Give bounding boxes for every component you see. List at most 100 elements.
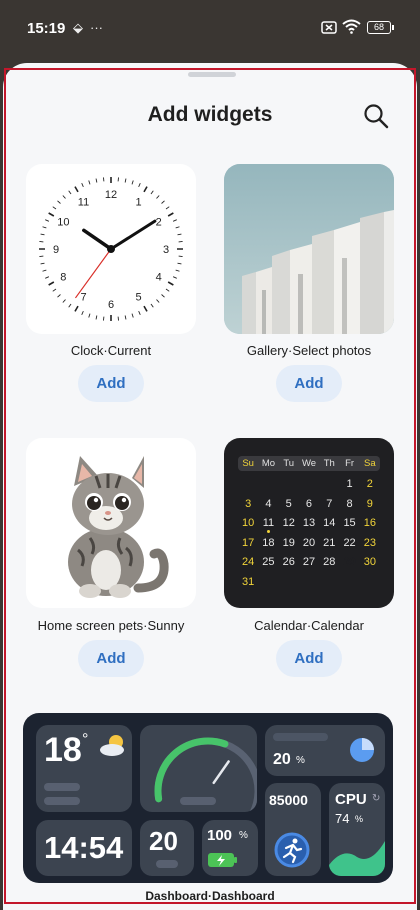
- calendar-day[interactable]: 16: [360, 515, 380, 532]
- clock-tick: [52, 288, 57, 292]
- clock-number: 2: [156, 217, 162, 229]
- calendar-day[interactable]: 1: [339, 476, 359, 493]
- calendar-day[interactable]: 6: [299, 496, 319, 513]
- clock-widget-preview[interactable]: 12 1 2 3 4 5 6 7 8 9 10 11: [26, 164, 196, 334]
- clock-tick: [167, 281, 174, 286]
- clock-tick: [81, 310, 84, 315]
- clock-tick: [172, 276, 177, 279]
- calendar-day-today[interactable]: 29: [339, 552, 360, 572]
- calendar-day[interactable]: 27: [299, 554, 319, 571]
- status-time: 15:19: [27, 20, 66, 37]
- calendar-blank: [258, 476, 278, 493]
- notification-icon: ⬙: [73, 20, 83, 35]
- calendar-day[interactable]: 22: [339, 535, 359, 552]
- count-tile: 20: [140, 820, 194, 876]
- cat-illustration: [68, 456, 169, 598]
- clock-number: 6: [108, 299, 114, 311]
- temperature-value: 18: [44, 731, 82, 769]
- clock-number: 10: [57, 217, 69, 229]
- clock-tick: [124, 178, 127, 183]
- calendar-day[interactable]: 8: [339, 496, 359, 513]
- battery-tile: 100 %: [202, 820, 258, 876]
- clock-number: 7: [80, 292, 86, 304]
- calendar-day[interactable]: 19: [279, 535, 299, 552]
- battery-charging-icon: [208, 853, 237, 867]
- battery-icon: 68: [367, 21, 394, 34]
- usage-tile: 20 %: [265, 725, 385, 776]
- clock-tick: [150, 303, 154, 308]
- calendar-day[interactable]: 4: [258, 496, 278, 513]
- calendar-day[interactable]: 18: [258, 535, 278, 552]
- clock-tick: [156, 195, 160, 199]
- clock-tick: [57, 200, 61, 204]
- calendar-day[interactable]: 17: [238, 535, 258, 552]
- calendar-day[interactable]: 31: [238, 574, 258, 591]
- cpu-label: CPU: [335, 791, 367, 808]
- cpu-value: 74: [335, 811, 350, 826]
- pie-chart-icon: [350, 738, 374, 762]
- sim-off-icon: [321, 21, 337, 34]
- clock-tick: [40, 262, 45, 265]
- calendar-day[interactable]: 2: [360, 476, 380, 493]
- clock-tick: [68, 190, 72, 195]
- calendar-day[interactable]: 24: [238, 554, 258, 571]
- calendar-blank: [238, 476, 258, 493]
- calendar-day[interactable]: 11: [258, 515, 278, 532]
- page-title: Add widgets: [147, 103, 273, 126]
- calendar-blank: [319, 476, 339, 493]
- clock-tick: [161, 200, 165, 204]
- calendar-day[interactable]: 13: [299, 515, 319, 532]
- calendar-day-grid: 1 2 3 4 5 6 7 8 9 10 11 12 13 14 15 16 17 18 19 20 21 22 23 24 2…: [238, 476, 380, 590]
- add-gallery-button[interactable]: Add: [276, 365, 342, 402]
- pet-widget-preview[interactable]: [26, 438, 196, 608]
- gauge-needle: [212, 760, 230, 785]
- running-icon: [274, 832, 310, 868]
- steps-value: 85000: [269, 792, 308, 808]
- add-clock-button[interactable]: Add: [78, 365, 144, 402]
- clock-tick: [165, 288, 170, 292]
- search-icon[interactable]: [361, 101, 391, 131]
- calendar-day[interactable]: 20: [299, 535, 319, 552]
- calendar-day[interactable]: 23: [360, 535, 380, 552]
- gallery-widget-preview[interactable]: [224, 164, 394, 334]
- clock-tick: [52, 206, 57, 210]
- clock-tick: [131, 313, 134, 318]
- count-value: 20: [149, 826, 178, 856]
- clock-number: 1: [135, 196, 141, 208]
- calendar-day[interactable]: 9: [360, 496, 380, 513]
- clock-tick: [143, 305, 148, 312]
- clock-number: 11: [78, 196, 89, 208]
- calendar-day[interactable]: 14: [319, 515, 339, 532]
- widget-label: Clock·Current: [70, 343, 152, 358]
- add-pet-button[interactable]: Add: [78, 640, 144, 677]
- clock-tick: [42, 269, 47, 272]
- clock-tick: [45, 219, 50, 222]
- hour-hand: [82, 228, 113, 251]
- calendar-day[interactable]: 5: [279, 496, 299, 513]
- calendar-day[interactable]: 21: [319, 535, 339, 552]
- clock-tick: [95, 315, 98, 320]
- calendar-day[interactable]: 15: [339, 515, 359, 532]
- clock-tick: [62, 195, 66, 199]
- battery-percent-unit: %: [239, 830, 248, 841]
- clock-tick: [177, 233, 182, 236]
- clock-tick: [175, 226, 180, 229]
- gauge-fill: [154, 737, 229, 803]
- calendar-day[interactable]: 10: [238, 515, 258, 532]
- clock-tick: [124, 315, 127, 320]
- calendar-day[interactable]: 12: [279, 515, 299, 532]
- dashboard-widget-preview[interactable]: 18 ° 20 % 14:54 20 100 % 85000 CPU ↻ 74 …: [23, 713, 393, 883]
- add-calendar-button[interactable]: Add: [276, 640, 342, 677]
- clock-tick: [131, 180, 134, 185]
- calendar-day[interactable]: 30: [360, 554, 380, 571]
- calendar-day[interactable]: 7: [319, 496, 339, 513]
- calendar-day[interactable]: 26: [279, 554, 299, 571]
- calendar-day[interactable]: 28: [319, 554, 339, 571]
- second-hand: [75, 248, 112, 299]
- calendar-day[interactable]: 25: [258, 554, 278, 571]
- calendar-widget-preview[interactable]: Su Mo Tu We Th Fr Sa 1 2 3 4 5 6 7 8 9 10 11 12 13 14 15 16 17…: [224, 438, 394, 608]
- clock-tick: [161, 294, 165, 298]
- calendar-day[interactable]: 3: [238, 496, 258, 513]
- drag-handle[interactable]: [188, 72, 236, 77]
- clock-tick: [45, 276, 50, 279]
